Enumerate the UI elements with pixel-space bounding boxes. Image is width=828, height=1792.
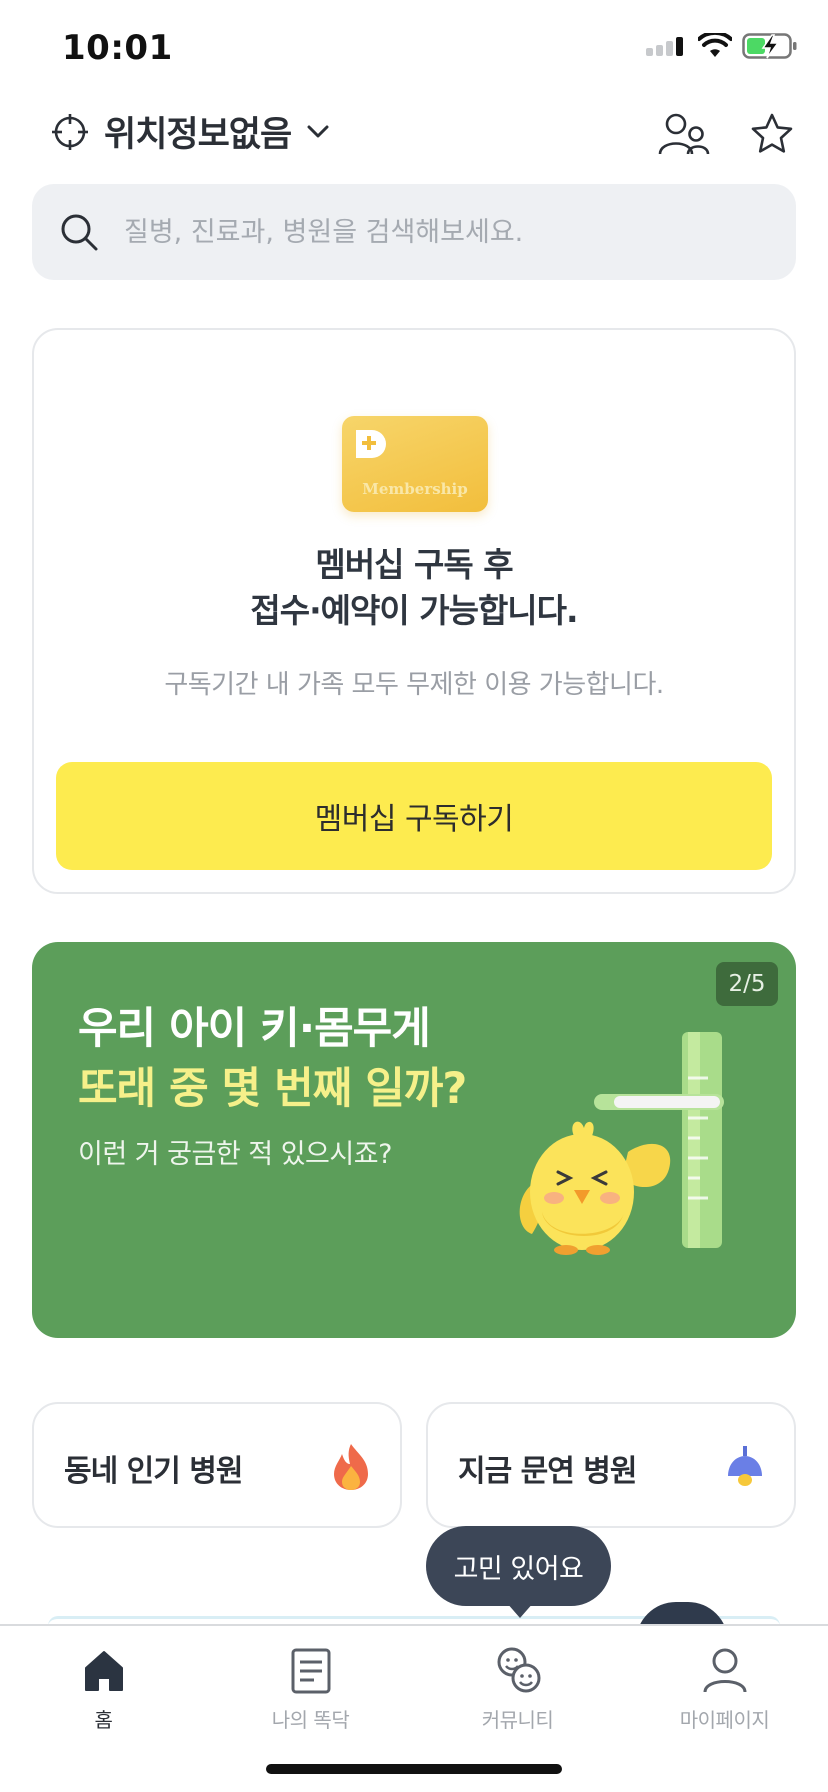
family-button[interactable]: [656, 106, 712, 162]
search-icon: [61, 214, 98, 251]
status-time: 10:01: [62, 28, 173, 68]
home-icon: [84, 1651, 123, 1691]
open-now-hospitals-label: 지금 문연 병원: [458, 1454, 637, 1489]
tab-my-page-label: 마이페이지: [679, 1708, 770, 1732]
membership-subtitle: 구독기간 내 가족 모두 무제한 이용 가능합니다.: [164, 670, 664, 700]
crosshair-icon: [52, 113, 88, 150]
star-icon: [751, 113, 793, 153]
plus-logo-icon: [356, 430, 386, 458]
tab-community-label: 커뮤니티: [481, 1708, 554, 1732]
fire-icon: [334, 1444, 368, 1490]
lamp-icon: [728, 1446, 762, 1486]
family-icon: [658, 113, 710, 155]
chevron-down-icon: [307, 125, 329, 137]
community-icon: [497, 1647, 540, 1693]
document-icon: [291, 1648, 330, 1694]
tab-home-label: 홈: [94, 1708, 113, 1732]
membership-title-line1: 멤버십 구독 후: [315, 545, 513, 584]
status-bar: 10:01: [0, 0, 828, 100]
membership-title-line2: 접수·예약이 가능합니다.: [250, 591, 578, 630]
tab-home[interactable]: 홈: [0, 1640, 207, 1740]
subscribe-membership-button[interactable]: 멤버십 구독하기: [56, 762, 772, 870]
location-label: 위치정보없음: [104, 115, 292, 155]
favorites-button[interactable]: [744, 106, 800, 162]
tab-community[interactable]: 커뮤니티: [414, 1640, 621, 1740]
banner-page-counter: 2/5: [716, 962, 778, 1006]
tab-my-page[interactable]: 마이페이지: [621, 1640, 828, 1740]
membership-badge-text: Membership: [362, 480, 468, 498]
wifi-icon: [698, 33, 732, 57]
chick-height-chart-illustration: [519, 1032, 724, 1255]
banner-subtitle: 이런 거 궁금한 적 있으시죠?: [78, 1139, 392, 1170]
popular-hospitals-label: 동네 인기 병원: [64, 1454, 243, 1489]
search-bar[interactable]: [32, 184, 796, 280]
signal-icon: [646, 37, 683, 56]
status-icons: [646, 32, 798, 60]
battery-charging-icon: [742, 33, 797, 59]
community-tooltip[interactable]: 고민 있어요: [426, 1526, 611, 1606]
banner-title-line1: 우리 아이 키·몸무게: [78, 1004, 431, 1054]
home-indicator: [266, 1764, 562, 1774]
membership-title: 멤버십 구독 후 접수·예약이 가능합니다.: [34, 542, 794, 634]
membership-badge: Membership: [342, 416, 488, 512]
tab-my-ddocdoc-label: 나의 똑닥: [271, 1708, 350, 1732]
banner-title-line2: 또래 중 몇 번째 일까?: [78, 1064, 467, 1114]
membership-card: Membership 멤버십 구독 후 접수·예약이 가능합니다. 구독기간 내…: [32, 328, 796, 894]
popular-hospitals-card[interactable]: 동네 인기 병원: [32, 1402, 402, 1528]
search-input[interactable]: [124, 216, 764, 248]
tab-my-ddocdoc[interactable]: 나의 똑닥: [207, 1640, 414, 1740]
promo-banner[interactable]: 2/5 우리 아이 키·몸무게 또래 중 몇 번째 일까? 이런 거 궁금한 적…: [32, 942, 796, 1338]
tooltip-tail: [506, 1602, 534, 1618]
header: 위치정보없음: [0, 100, 828, 180]
person-icon: [703, 1648, 746, 1693]
open-now-hospitals-card[interactable]: 지금 문연 병원: [426, 1402, 796, 1528]
location-selector[interactable]: 위치정보없음: [52, 106, 329, 157]
